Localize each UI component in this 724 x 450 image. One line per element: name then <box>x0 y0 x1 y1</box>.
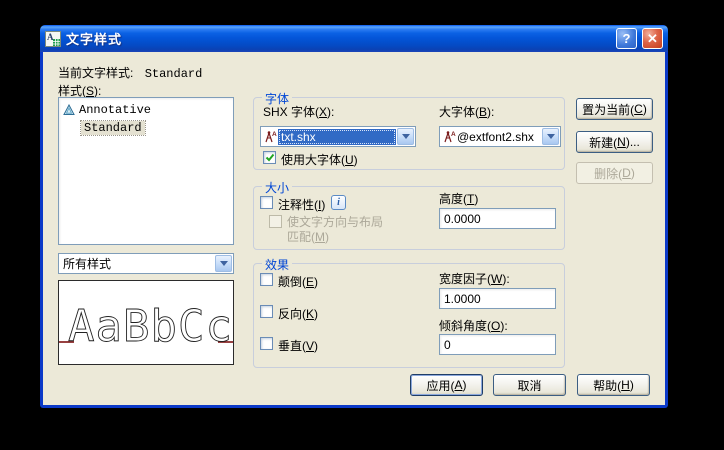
delete-button: 删除(D) <box>576 162 653 184</box>
titlebar: A 文字样式 ? ✕ <box>40 25 668 52</box>
use-big-font-label: 使用大字体(U) <box>281 151 358 168</box>
match-layout-label: 使文字方向与布局匹配(M) <box>287 215 391 245</box>
backwards-label: 反向(K) <box>278 305 318 322</box>
close-icon[interactable]: ✕ <box>642 28 663 49</box>
chevron-down-icon[interactable] <box>542 128 559 145</box>
annotative-checkbox[interactable]: 注释性(I) <box>260 196 325 213</box>
chevron-down-icon[interactable] <box>397 128 414 145</box>
preview-pane: AaBbCc <box>58 280 234 365</box>
new-style-button[interactable]: 新建(N)... <box>576 131 653 153</box>
oblique-angle-field[interactable]: 0 <box>439 334 556 355</box>
window-title: 文字样式 <box>66 29 611 48</box>
shx-font-value: txt.shx <box>278 129 396 145</box>
current-style-label: 当前文字样式: <box>58 66 133 80</box>
cancel-button[interactable]: 取消 <box>493 374 566 396</box>
height-field[interactable]: 0.0000 <box>439 208 556 229</box>
upside-down-label: 颠倒(E) <box>278 273 318 290</box>
effects-group: 效果 颠倒(E) 反向(K) 垂直(V) <box>253 263 565 368</box>
oblique-angle-label: 倾斜角度(O): <box>439 317 508 334</box>
list-item-label: Annotative <box>79 103 151 117</box>
width-factor-field[interactable]: 1.0000 <box>439 288 556 309</box>
shx-font-icon: A <box>263 130 277 143</box>
width-factor-label: 宽度因子(W): <box>439 270 510 287</box>
effects-group-title: 效果 <box>262 256 292 273</box>
font-group: 字体 SHX 字体(X): 大字体(B): A txt.shx A @extfo… <box>253 97 565 170</box>
use-big-font-checkbox[interactable]: 使用大字体(U) <box>263 151 358 168</box>
match-layout-checkbox: 使文字方向与布局匹配(M) <box>269 215 399 245</box>
upside-down-checkbox[interactable]: 颠倒(E) <box>260 273 318 290</box>
set-current-button[interactable]: 置为当前(C) <box>576 98 653 120</box>
current-style-value: Standard <box>145 67 203 81</box>
annotative-icon <box>63 104 75 116</box>
preview-text: AaBbCc <box>68 301 233 352</box>
style-filter-value: 所有样式 <box>59 255 214 272</box>
backwards-checkbox[interactable]: 反向(K) <box>260 305 318 322</box>
info-icon[interactable]: i <box>331 195 346 210</box>
preview-sample: AaBbCc <box>59 281 233 364</box>
big-font-label: 大字体(B): <box>439 103 494 120</box>
checkbox-box <box>269 215 282 228</box>
text-style-dialog: A 文字样式 ? ✕ 当前文字样式: Standard 样式(S): Annot… <box>40 25 668 408</box>
size-group-title: 大小 <box>262 179 292 196</box>
svg-text:A: A <box>272 131 277 138</box>
checkmark-icon <box>265 153 275 163</box>
vertical-checkbox[interactable]: 垂直(V) <box>260 337 318 354</box>
styles-listbox[interactable]: Annotative Standard <box>58 97 234 245</box>
checkbox-box[interactable] <box>260 196 273 209</box>
svg-text:A: A <box>47 32 54 42</box>
list-item-annotative[interactable]: Annotative <box>59 101 233 119</box>
list-item-standard[interactable]: Standard <box>59 119 233 137</box>
big-font-icon: A <box>442 130 456 143</box>
shx-font-label: SHX 字体(X): <box>263 103 334 120</box>
checkbox-box[interactable] <box>260 337 273 350</box>
checkbox-box[interactable] <box>263 151 276 164</box>
style-filter-combobox[interactable]: 所有样式 <box>58 253 234 274</box>
size-group: 大小 注释性(I) i 使文字方向与布局匹配(M) 高度(T) 0.0000 <box>253 186 565 250</box>
current-style-line: 当前文字样式: Standard <box>58 64 202 81</box>
vertical-label: 垂直(V) <box>278 337 318 354</box>
height-label: 高度(T) <box>439 190 478 207</box>
checkbox-box[interactable] <box>260 273 273 286</box>
big-font-value: @extfont2.shx <box>456 130 541 144</box>
checkbox-box[interactable] <box>260 305 273 318</box>
apply-button[interactable]: 应用(A) <box>410 374 483 396</box>
help-button[interactable]: 帮助(H) <box>577 374 650 396</box>
annotative-label: 注释性(I) <box>278 196 325 213</box>
app-icon: A <box>45 31 61 47</box>
big-font-combobox[interactable]: A @extfont2.shx <box>439 126 561 147</box>
titlebar-help-button[interactable]: ? <box>616 28 637 49</box>
list-item-label-selected: Standard <box>81 121 145 135</box>
shx-font-combobox[interactable]: A txt.shx <box>260 126 416 147</box>
chevron-down-icon[interactable] <box>215 255 232 272</box>
